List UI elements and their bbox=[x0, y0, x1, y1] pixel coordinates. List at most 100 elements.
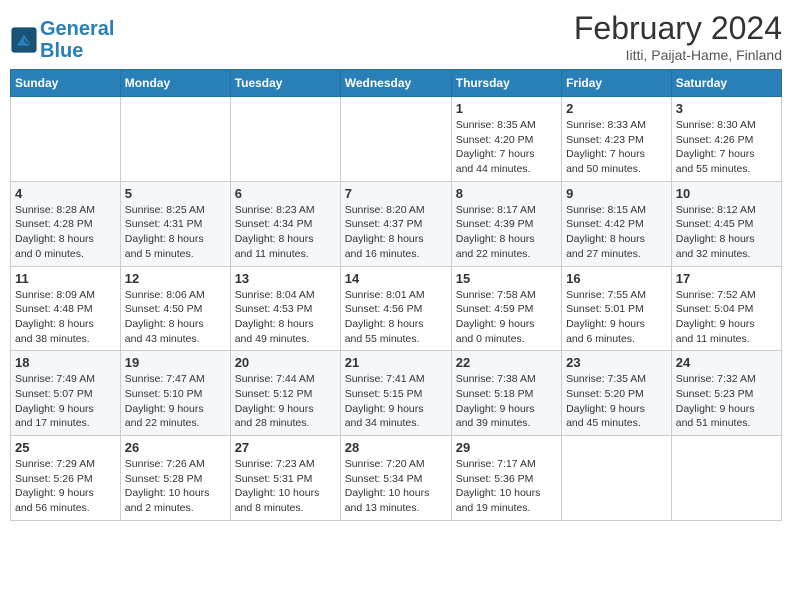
calendar-table: SundayMondayTuesdayWednesdayThursdayFrid… bbox=[10, 69, 782, 521]
day-info: Sunrise: 7:41 AMSunset: 5:15 PMDaylight:… bbox=[345, 372, 447, 431]
calendar-cell: 10 Sunrise: 8:12 AMSunset: 4:45 PMDayligh… bbox=[671, 181, 781, 266]
day-info: Sunrise: 8:25 AMSunset: 4:31 PMDaylight:… bbox=[125, 203, 226, 262]
day-info: Sunrise: 8:06 AMSunset: 4:50 PMDaylight:… bbox=[125, 288, 226, 347]
day-info: Sunrise: 7:49 AMSunset: 5:07 PMDaylight:… bbox=[15, 372, 116, 431]
day-info: Sunrise: 8:15 AMSunset: 4:42 PMDaylight:… bbox=[566, 203, 667, 262]
calendar-cell bbox=[230, 97, 340, 182]
day-number: 14 bbox=[345, 271, 447, 286]
calendar-cell: 23 Sunrise: 7:35 AMSunset: 5:20 PMDayligh… bbox=[562, 351, 672, 436]
weekday-header: Thursday bbox=[451, 70, 561, 97]
weekday-header: Sunday bbox=[11, 70, 121, 97]
day-number: 19 bbox=[125, 355, 226, 370]
calendar-cell: 20 Sunrise: 7:44 AMSunset: 5:12 PMDayligh… bbox=[230, 351, 340, 436]
day-info: Sunrise: 7:44 AMSunset: 5:12 PMDaylight:… bbox=[235, 372, 336, 431]
day-info: Sunrise: 7:47 AMSunset: 5:10 PMDaylight:… bbox=[125, 372, 226, 431]
day-number: 23 bbox=[566, 355, 667, 370]
weekday-header-row: SundayMondayTuesdayWednesdayThursdayFrid… bbox=[11, 70, 782, 97]
day-info: Sunrise: 8:20 AMSunset: 4:37 PMDaylight:… bbox=[345, 203, 447, 262]
calendar-cell bbox=[562, 436, 672, 521]
weekday-header: Tuesday bbox=[230, 70, 340, 97]
calendar-week-row: 4 Sunrise: 8:28 AMSunset: 4:28 PMDaylight… bbox=[11, 181, 782, 266]
weekday-header: Wednesday bbox=[340, 70, 451, 97]
day-info: Sunrise: 8:28 AMSunset: 4:28 PMDaylight:… bbox=[15, 203, 116, 262]
calendar-cell: 6 Sunrise: 8:23 AMSunset: 4:34 PMDaylight… bbox=[230, 181, 340, 266]
day-number: 2 bbox=[566, 101, 667, 116]
logo-text: General Blue bbox=[40, 18, 114, 62]
weekday-header: Friday bbox=[562, 70, 672, 97]
calendar-cell: 2 Sunrise: 8:33 AMSunset: 4:23 PMDaylight… bbox=[562, 97, 672, 182]
calendar-cell bbox=[671, 436, 781, 521]
calendar-cell: 19 Sunrise: 7:47 AMSunset: 5:10 PMDayligh… bbox=[120, 351, 230, 436]
calendar-week-row: 1 Sunrise: 8:35 AMSunset: 4:20 PMDaylight… bbox=[11, 97, 782, 182]
calendar-cell: 1 Sunrise: 8:35 AMSunset: 4:20 PMDaylight… bbox=[451, 97, 561, 182]
calendar-cell: 8 Sunrise: 8:17 AMSunset: 4:39 PMDaylight… bbox=[451, 181, 561, 266]
day-info: Sunrise: 7:29 AMSunset: 5:26 PMDaylight:… bbox=[15, 457, 116, 516]
day-number: 29 bbox=[456, 440, 557, 455]
calendar-cell: 17Sunrise: 7:52 AMSunset: 5:04 PMDayligh… bbox=[671, 266, 781, 351]
day-number: 11 bbox=[15, 271, 116, 286]
day-number: 22 bbox=[456, 355, 557, 370]
day-number: 18 bbox=[15, 355, 116, 370]
calendar-cell: 25 Sunrise: 7:29 AMSunset: 5:26 PMDayligh… bbox=[11, 436, 121, 521]
day-number: 9 bbox=[566, 186, 667, 201]
day-number: 15 bbox=[456, 271, 557, 286]
day-number: 8 bbox=[456, 186, 557, 201]
day-number: 20 bbox=[235, 355, 336, 370]
day-number: 26 bbox=[125, 440, 226, 455]
day-number: 5 bbox=[125, 186, 226, 201]
day-info: Sunrise: 8:12 AMSunset: 4:45 PMDaylight:… bbox=[676, 203, 777, 262]
day-number: 12 bbox=[125, 271, 226, 286]
title-area: February 2024 Iitti, Paijat-Hame, Finlan… bbox=[574, 10, 782, 63]
calendar-week-row: 11 Sunrise: 8:09 AMSunset: 4:48 PMDayligh… bbox=[11, 266, 782, 351]
page-header: General Blue February 2024 Iitti, Paijat… bbox=[10, 10, 782, 63]
day-info: Sunrise: 7:55 AMSunset: 5:01 PMDaylight:… bbox=[566, 288, 667, 347]
day-number: 4 bbox=[15, 186, 116, 201]
day-info: Sunrise: 7:35 AMSunset: 5:20 PMDaylight:… bbox=[566, 372, 667, 431]
calendar-cell: 26 Sunrise: 7:26 AMSunset: 5:28 PMDayligh… bbox=[120, 436, 230, 521]
day-info: Sunrise: 7:20 AMSunset: 5:34 PMDaylight:… bbox=[345, 457, 447, 516]
day-number: 24 bbox=[676, 355, 777, 370]
calendar-cell: 11 Sunrise: 8:09 AMSunset: 4:48 PMDayligh… bbox=[11, 266, 121, 351]
day-info: Sunrise: 8:04 AMSunset: 4:53 PMDaylight:… bbox=[235, 288, 336, 347]
calendar-week-row: 25 Sunrise: 7:29 AMSunset: 5:26 PMDayligh… bbox=[11, 436, 782, 521]
logo-line1: General bbox=[40, 18, 114, 40]
day-number: 3 bbox=[676, 101, 777, 116]
logo: General Blue bbox=[10, 18, 114, 62]
calendar-cell: 4 Sunrise: 8:28 AMSunset: 4:28 PMDaylight… bbox=[11, 181, 121, 266]
day-info: Sunrise: 7:17 AMSunset: 5:36 PMDaylight:… bbox=[456, 457, 557, 516]
day-info: Sunrise: 8:30 AMSunset: 4:26 PMDaylight:… bbox=[676, 118, 777, 177]
day-number: 7 bbox=[345, 186, 447, 201]
day-info: Sunrise: 8:09 AMSunset: 4:48 PMDaylight:… bbox=[15, 288, 116, 347]
calendar-week-row: 18 Sunrise: 7:49 AMSunset: 5:07 PMDayligh… bbox=[11, 351, 782, 436]
day-number: 21 bbox=[345, 355, 447, 370]
calendar-cell bbox=[340, 97, 451, 182]
day-number: 28 bbox=[345, 440, 447, 455]
day-info: Sunrise: 8:33 AMSunset: 4:23 PMDaylight:… bbox=[566, 118, 667, 177]
day-number: 13 bbox=[235, 271, 336, 286]
calendar-cell: 22 Sunrise: 7:38 AMSunset: 5:18 PMDayligh… bbox=[451, 351, 561, 436]
day-number: 10 bbox=[676, 186, 777, 201]
day-info: Sunrise: 8:35 AMSunset: 4:20 PMDaylight:… bbox=[456, 118, 557, 177]
calendar-cell: 9 Sunrise: 8:15 AMSunset: 4:42 PMDaylight… bbox=[562, 181, 672, 266]
day-info: Sunrise: 7:52 AMSunset: 5:04 PMDaylight:… bbox=[676, 288, 777, 347]
calendar-cell bbox=[11, 97, 121, 182]
day-number: 25 bbox=[15, 440, 116, 455]
calendar-cell: 16Sunrise: 7:55 AMSunset: 5:01 PMDayligh… bbox=[562, 266, 672, 351]
calendar-cell: 29 Sunrise: 7:17 AMSunset: 5:36 PMDayligh… bbox=[451, 436, 561, 521]
day-info: Sunrise: 7:32 AMSunset: 5:23 PMDaylight:… bbox=[676, 372, 777, 431]
day-info: Sunrise: 8:01 AMSunset: 4:56 PMDaylight:… bbox=[345, 288, 447, 347]
day-info: Sunrise: 8:17 AMSunset: 4:39 PMDaylight:… bbox=[456, 203, 557, 262]
day-info: Sunrise: 8:23 AMSunset: 4:34 PMDaylight:… bbox=[235, 203, 336, 262]
day-info: Sunrise: 7:38 AMSunset: 5:18 PMDaylight:… bbox=[456, 372, 557, 431]
calendar-cell: 5 Sunrise: 8:25 AMSunset: 4:31 PMDaylight… bbox=[120, 181, 230, 266]
logo-icon bbox=[10, 26, 38, 54]
calendar-cell: 3 Sunrise: 8:30 AMSunset: 4:26 PMDaylight… bbox=[671, 97, 781, 182]
day-number: 1 bbox=[456, 101, 557, 116]
day-info: Sunrise: 7:58 AMSunset: 4:59 PMDaylight:… bbox=[456, 288, 557, 347]
day-info: Sunrise: 7:23 AMSunset: 5:31 PMDaylight:… bbox=[235, 457, 336, 516]
day-number: 6 bbox=[235, 186, 336, 201]
calendar-cell: 14 Sunrise: 8:01 AMSunset: 4:56 PMDayligh… bbox=[340, 266, 451, 351]
day-info: Sunrise: 7:26 AMSunset: 5:28 PMDaylight:… bbox=[125, 457, 226, 516]
location-subtitle: Iitti, Paijat-Hame, Finland bbox=[574, 47, 782, 63]
calendar-cell: 27Sunrise: 7:23 AMSunset: 5:31 PMDayligh… bbox=[230, 436, 340, 521]
